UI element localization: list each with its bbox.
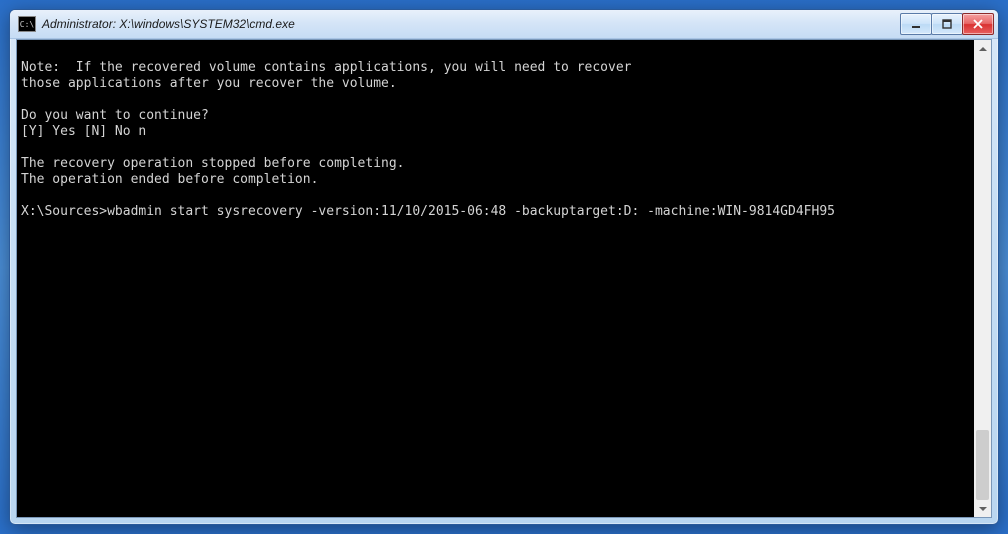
console-line bbox=[21, 140, 970, 156]
command-prompt-window: C:\ Administrator: X:\windows\SYSTEM32\c… bbox=[9, 9, 999, 525]
minimize-button[interactable] bbox=[900, 13, 932, 35]
minimize-icon bbox=[910, 19, 922, 29]
console-output[interactable]: Note: If the recovered volume contains a… bbox=[17, 40, 974, 517]
window-title: Administrator: X:\windows\SYSTEM32\cmd.e… bbox=[42, 17, 895, 31]
console-line: those applications after you recover the… bbox=[21, 76, 970, 92]
console-line: [Y] Yes [N] No n bbox=[21, 124, 970, 140]
cmd-icon: C:\ bbox=[18, 16, 36, 32]
maximize-icon bbox=[941, 19, 953, 29]
vertical-scrollbar[interactable] bbox=[974, 40, 991, 517]
console-line bbox=[21, 44, 970, 60]
console-line: X:\Sources>wbadmin start sysrecovery -ve… bbox=[21, 204, 970, 220]
window-controls bbox=[901, 13, 994, 35]
titlebar[interactable]: C:\ Administrator: X:\windows\SYSTEM32\c… bbox=[10, 10, 998, 39]
console-line: Note: If the recovered volume contains a… bbox=[21, 60, 970, 76]
maximize-button[interactable] bbox=[931, 13, 963, 35]
close-button[interactable] bbox=[962, 13, 994, 35]
content-area: Note: If the recovered volume contains a… bbox=[10, 39, 998, 524]
console-line bbox=[21, 188, 970, 204]
close-icon bbox=[972, 19, 984, 29]
scroll-down-button[interactable] bbox=[974, 500, 991, 517]
console-line: Do you want to continue? bbox=[21, 108, 970, 124]
chevron-up-icon bbox=[979, 46, 987, 52]
chevron-down-icon bbox=[979, 506, 987, 512]
console-line bbox=[21, 92, 970, 108]
scroll-thumb[interactable] bbox=[976, 430, 989, 500]
console-line: The operation ended before completion. bbox=[21, 172, 970, 188]
console-frame: Note: If the recovered volume contains a… bbox=[16, 39, 992, 518]
scroll-track[interactable] bbox=[974, 57, 991, 500]
scroll-up-button[interactable] bbox=[974, 40, 991, 57]
console-line: The recovery operation stopped before co… bbox=[21, 156, 970, 172]
